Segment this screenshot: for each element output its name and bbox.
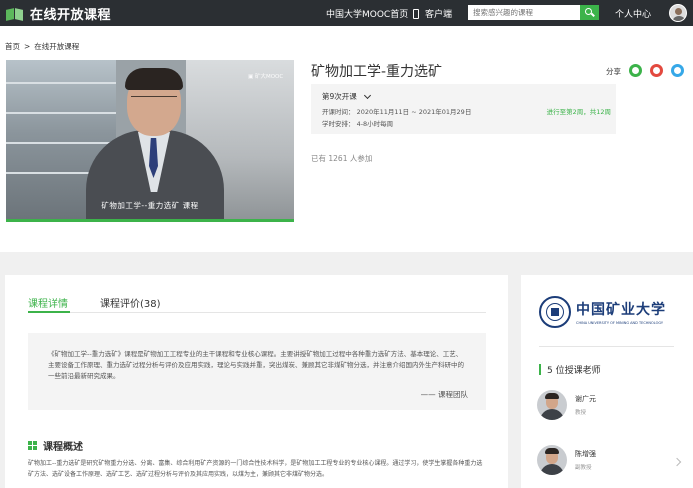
tab-course-reviews[interactable]: 课程评价(38)	[100, 295, 161, 310]
teacher-name: 陈增强	[575, 450, 596, 458]
client-app-label: 客户端	[425, 10, 453, 20]
site-logo[interactable]: 在线开放课程	[6, 4, 111, 23]
tab-course-details[interactable]: 课程详情	[28, 295, 68, 310]
wechat-share-icon[interactable]	[629, 64, 642, 77]
search-button[interactable]	[580, 5, 599, 20]
teacher-item[interactable]: 陈增强 副教授	[537, 444, 596, 476]
session-select-label: 第9次开课	[322, 92, 357, 101]
share-label: 分享	[606, 67, 621, 76]
course-title: 矿物加工学-重力选矿	[311, 64, 443, 80]
teachers-heading-text: 5 位授课老师	[547, 366, 601, 376]
course-detail-panel: 课程详情 课程评价(38) 《矿物加工学--重力选矿》课程是矿物加工工程专业的主…	[5, 275, 508, 488]
session-select[interactable]: 第9次开课	[322, 91, 371, 102]
teacher-role: 副教授	[575, 465, 592, 471]
breadcrumb: 首页 > 在线开放课程	[5, 41, 79, 52]
enrolled-count: 已有 1261 人参加	[311, 154, 373, 163]
overview-heading-text: 课程概述	[43, 442, 83, 453]
breadcrumb-separator: >	[24, 42, 31, 51]
active-tab-indicator	[28, 311, 70, 313]
phone-icon	[413, 8, 419, 19]
course-header: 首页 > 在线开放课程 ▣ 矿大MOOC 矿物加工学--重力选矿 课程 矿物加工学-…	[0, 26, 693, 252]
teacher-avatar	[537, 390, 567, 420]
chevron-right-icon[interactable]	[672, 457, 682, 467]
book-icon	[6, 7, 24, 21]
user-avatar[interactable]	[669, 4, 687, 22]
sidebar: 中国矿业大学 CHINA UNIVERSITY OF MINING AND TE…	[521, 275, 693, 488]
course-schedule: 学时安排： 4-8小时每周	[322, 120, 394, 128]
session-info-box: 第9次开课 开课时间： 2020年11月11日 ~ 2021年01月29日 学时…	[311, 84, 616, 134]
grid-icon	[28, 441, 37, 450]
search-input[interactable]	[468, 5, 580, 20]
course-intro-box: 《矿物加工学--重力选矿》课程是矿物加工工程专业的主干课程和专业核心课程。主要讲…	[28, 333, 486, 410]
breadcrumb-home[interactable]: 首页	[5, 42, 20, 51]
personal-center-link[interactable]: 个人中心	[615, 7, 651, 20]
mooc-home-link[interactable]: 中国大学MOOC首页	[326, 7, 408, 20]
university-seal-icon	[539, 296, 571, 328]
university-logo[interactable]: 中国矿业大学 CHINA UNIVERSITY OF MINING AND TE…	[539, 292, 669, 332]
course-intro-signature: —— 课程团队	[420, 390, 468, 399]
teacher-role: 教授	[575, 410, 587, 416]
course-time: 开课时间： 2020年11月11日 ~ 2021年01月29日	[322, 108, 472, 116]
university-name-en: CHINA UNIVERSITY OF MINING AND TECHNOLOG…	[576, 321, 664, 325]
top-nav-bar: 在线开放课程 中国大学MOOC首页 客户端 个人中心	[0, 0, 693, 26]
course-intro-text: 《矿物加工学--重力选矿》课程是矿物加工工程专业的主干课程和专业核心课程。主要讲…	[48, 350, 464, 380]
qq-share-icon[interactable]	[671, 64, 684, 77]
teacher-name: 谢广元	[575, 395, 596, 403]
overview-heading: 课程概述	[28, 438, 83, 453]
course-progress: 进行至第2周，共12周	[546, 108, 611, 116]
overview-text: 矿物加工--重力选矿是研究矿物重力分选、分离、富集、综合利用矿产资源的一门综合性…	[28, 460, 483, 478]
tab-divider	[28, 312, 486, 313]
course-video-player[interactable]: ▣ 矿大MOOC 矿物加工学--重力选矿 课程	[6, 60, 294, 222]
video-watermark: ▣ 矿大MOOC	[248, 74, 284, 80]
video-caption: 矿物加工学--重力选矿 课程	[101, 201, 199, 210]
teachers-heading: 5 位授课老师	[539, 363, 601, 376]
weibo-share-icon[interactable]	[650, 64, 663, 77]
teacher-item[interactable]: 谢广元 教授	[537, 389, 596, 421]
university-name-cn: 中国矿业大学	[576, 302, 666, 318]
video-progress-bar[interactable]	[6, 219, 294, 222]
breadcrumb-current[interactable]: 在线开放课程	[34, 42, 79, 51]
chevron-down-icon	[363, 91, 371, 99]
teacher-avatar	[537, 445, 567, 475]
logo-text: 在线开放课程	[30, 8, 112, 23]
sidebar-divider	[539, 346, 674, 347]
client-app-link[interactable]: 客户端	[413, 7, 452, 20]
